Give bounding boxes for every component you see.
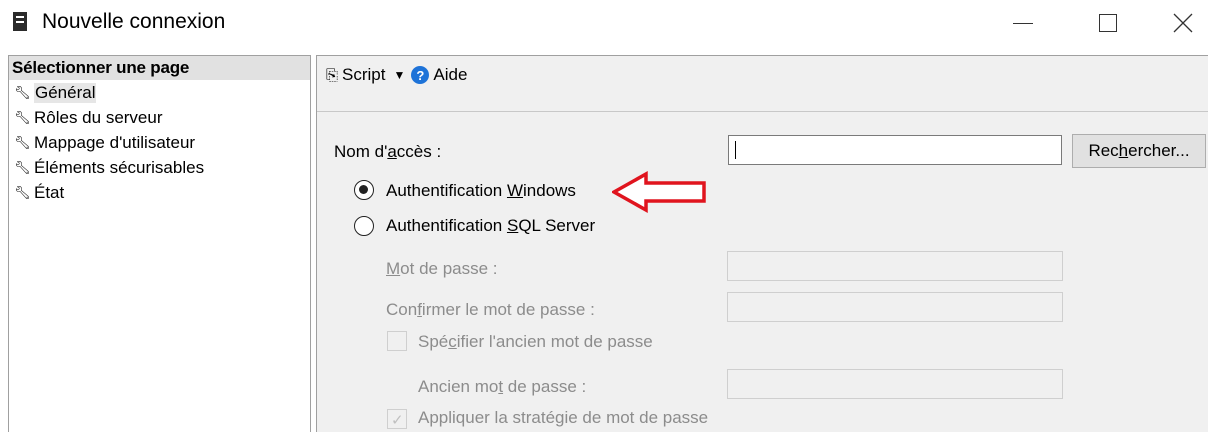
help-label: Aide (433, 65, 468, 84)
wrench-icon: 🔧︎ (14, 84, 31, 100)
old-password-label: Ancien mot de passe : (418, 377, 587, 396)
auth-windows-label[interactable]: Authentification Windows (386, 181, 576, 201)
old-password-input[interactable] (727, 369, 1063, 399)
password-input[interactable] (727, 251, 1063, 281)
red-arrow-annotation (612, 171, 706, 213)
text-caret (735, 141, 736, 159)
sidebar-item-label: Éléments sécurisables (34, 157, 205, 177)
sidebar-item-label: Général (34, 82, 97, 103)
checkmark-icon: ✓ (391, 412, 404, 429)
sidebar-item-general[interactable]: 🔧︎ Général (9, 80, 310, 105)
maximize-button[interactable] (1085, 0, 1131, 46)
login-name-input[interactable] (728, 135, 1062, 165)
page-selector-pane: Sélectionner une page 🔧︎ Général 🔧︎ Rôle… (8, 55, 311, 432)
chevron-down-icon[interactable]: ▼ (393, 68, 405, 82)
enforce-policy-label[interactable]: Appliquer la stratégie de mot de passe (418, 408, 708, 428)
search-button[interactable]: Rec h ercher... (1072, 134, 1206, 168)
wrench-icon: 🔧︎ (14, 184, 31, 200)
title-bar: Nouvelle connexion (0, 0, 1208, 46)
minimize-button[interactable] (1000, 0, 1046, 46)
close-icon (1173, 13, 1193, 33)
enforce-policy-checkbox[interactable]: ✓ (387, 409, 407, 429)
confirm-password-label: Confirmer le mot de passe : (386, 300, 595, 319)
script-label: Script (342, 65, 386, 84)
wrench-icon: 🔧︎ (14, 109, 31, 125)
sidebar-item-securables[interactable]: 🔧︎ Éléments sécurisables (9, 155, 310, 180)
sidebar-item-label: Mappage d'utilisateur (34, 132, 196, 152)
maximize-icon (1099, 14, 1117, 32)
auth-sql-radio[interactable] (354, 216, 374, 236)
sidebar-item-user-mapping[interactable]: 🔧︎ Mappage d'utilisateur (9, 130, 310, 155)
server-icon (13, 12, 27, 31)
specify-old-password-label[interactable]: Spécifier l'ancien mot de passe (418, 332, 653, 352)
script-icon: ⎘ (326, 67, 339, 84)
toolbar-divider (317, 111, 1208, 112)
script-button[interactable]: ⎘ Script (326, 65, 385, 85)
auth-windows-radio[interactable] (354, 180, 374, 200)
wrench-icon: 🔧︎ (14, 159, 31, 175)
minimize-icon (1013, 22, 1033, 24)
sidebar-item-status[interactable]: 🔧︎ État (9, 180, 310, 205)
sidebar-item-label: État (34, 182, 65, 202)
window-title: Nouvelle connexion (42, 10, 226, 33)
page-selector-header: Sélectionner une page (9, 56, 310, 80)
toolbar: ⎘ Script ▼ ? Aide (317, 56, 1208, 94)
help-icon: ? (411, 66, 430, 84)
auth-sql-label[interactable]: Authentification SQL Server (386, 216, 595, 236)
confirm-password-input[interactable] (727, 292, 1063, 322)
specify-old-password-checkbox[interactable] (387, 331, 407, 351)
close-button[interactable] (1160, 0, 1206, 46)
sidebar-item-label: Rôles du serveur (34, 107, 163, 127)
sidebar-item-server-roles[interactable]: 🔧︎ Rôles du serveur (9, 105, 310, 130)
help-button[interactable]: ? Aide (411, 65, 467, 85)
wrench-icon: 🔧︎ (14, 134, 31, 150)
password-label: Mot de passe : (386, 259, 498, 278)
login-name-label: Nom d'accès : (334, 142, 442, 161)
